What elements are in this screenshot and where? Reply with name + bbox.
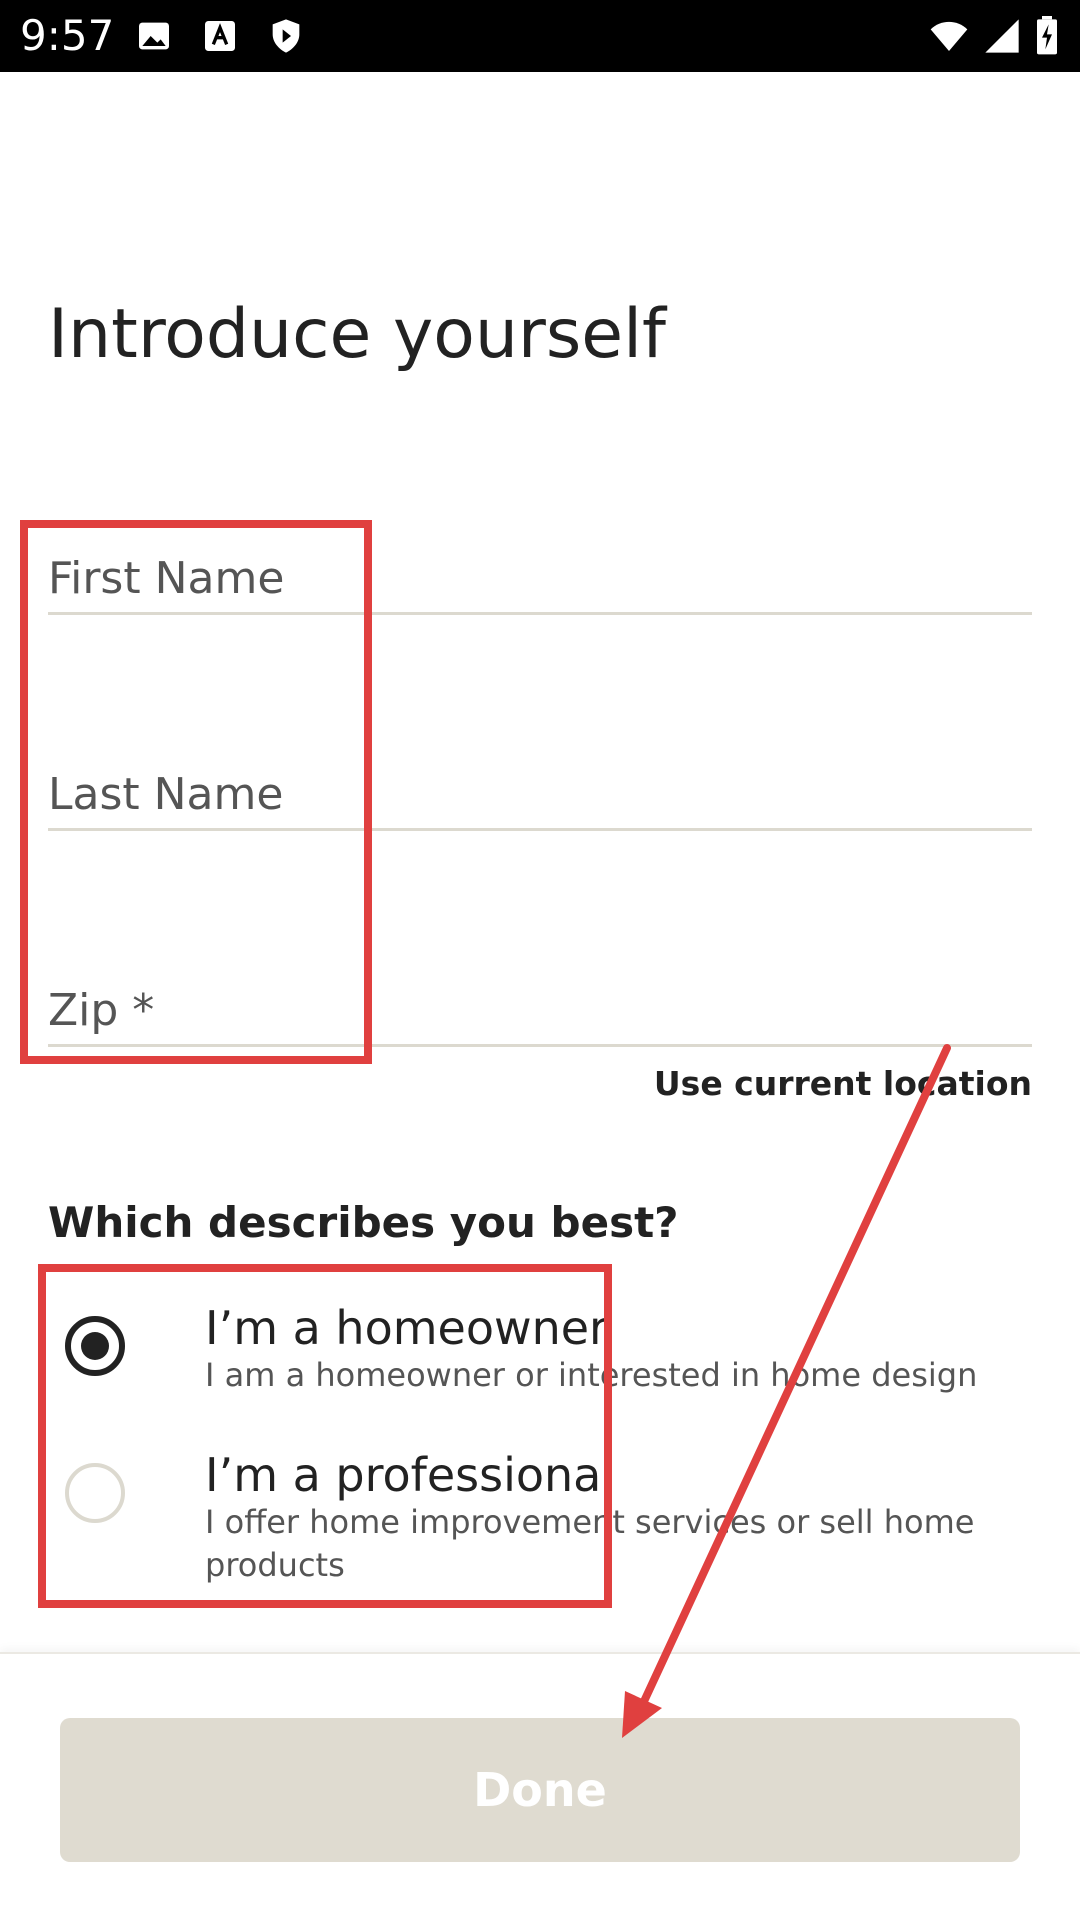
professional-option[interactable]: I’m a professional I offer home improvem… xyxy=(48,1447,1008,1592)
done-button[interactable]: Done xyxy=(60,1718,1020,1862)
last-name-label: Last Name xyxy=(48,769,284,820)
role-question: Which describes you best? xyxy=(48,1198,679,1247)
professional-option-title: I’m a professional xyxy=(205,1448,615,1502)
shield-play-icon xyxy=(266,16,306,56)
first-name-label: First Name xyxy=(48,553,285,604)
zip-label: Zip * xyxy=(48,985,155,1036)
homeowner-option-title: I’m a homeowner xyxy=(205,1301,608,1355)
annotation-arrow xyxy=(622,1044,951,1738)
homeowner-option-description: I am a homeowner or interested in home d… xyxy=(205,1356,978,1394)
text-a-icon xyxy=(200,16,240,56)
status-bar: 9:57 xyxy=(0,0,1080,72)
signal-icon xyxy=(982,16,1022,56)
first-name-field[interactable]: First Name xyxy=(48,545,1032,615)
status-time: 9:57 xyxy=(20,11,115,60)
last-name-field[interactable]: Last Name xyxy=(48,761,1032,831)
zip-field[interactable]: Zip * xyxy=(48,977,1032,1047)
professional-radio[interactable] xyxy=(65,1463,125,1523)
use-current-location-link[interactable]: Use current location xyxy=(654,1062,1032,1106)
battery-charging-icon xyxy=(1032,16,1062,56)
page-title: Introduce yourself xyxy=(48,295,666,374)
bottom-action-bar: Done xyxy=(0,1652,1080,1920)
professional-option-description: I offer home improvement services or sel… xyxy=(205,1503,975,1584)
homeowner-radio[interactable] xyxy=(65,1316,125,1376)
image-icon xyxy=(134,16,174,56)
homeowner-option[interactable]: I’m a homeowner I am a homeowner or inte… xyxy=(48,1300,1008,1410)
wifi-icon xyxy=(924,16,974,56)
